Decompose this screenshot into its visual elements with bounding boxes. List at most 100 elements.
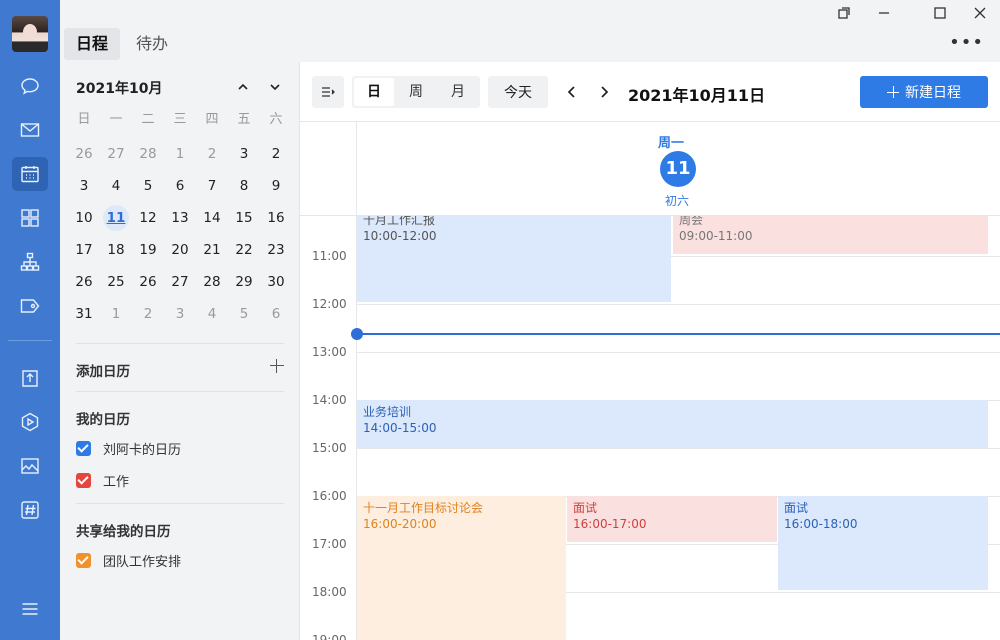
mini-calendar-day[interactable]: 25 <box>100 266 132 298</box>
weekday-label: 一 <box>109 112 123 127</box>
image-gallery-icon[interactable] <box>12 449 48 483</box>
mail-icon[interactable] <box>12 113 48 147</box>
weekday-label: 五 <box>237 112 251 127</box>
day-number[interactable]: 11 <box>660 151 696 187</box>
mini-calendar-day[interactable]: 10 <box>68 202 100 234</box>
day-weekday: 周一 <box>658 136 685 151</box>
day-header: 周一 11 初六 <box>300 122 1000 216</box>
calendar-icon[interactable] <box>12 157 48 191</box>
org-chart-icon[interactable] <box>12 245 48 279</box>
event-block[interactable]: 十一月工作目标讨论会 16:00-20:00 <box>357 496 566 640</box>
mini-calendar-day[interactable]: 9 <box>260 170 292 202</box>
event-block[interactable]: 十月工作汇报 10:00-12:00 <box>357 216 671 302</box>
more-options-icon[interactable]: ••• <box>949 34 984 52</box>
mini-calendar-day[interactable]: 19 <box>132 234 164 266</box>
next-day-icon[interactable] <box>595 83 613 101</box>
close-icon[interactable] <box>971 4 989 22</box>
event-title: 周会 <box>679 216 704 227</box>
mini-calendar-day[interactable]: 8 <box>228 170 260 202</box>
mini-calendar-day[interactable]: 31 <box>68 298 100 330</box>
mini-calendar-day[interactable]: 29 <box>228 266 260 298</box>
checkbox-checked-icon[interactable] <box>76 440 91 456</box>
calendar-item-team[interactable]: 团队工作安排 <box>76 550 181 570</box>
today-marker: 11 <box>103 205 129 231</box>
view-day-button[interactable]: 日 <box>354 78 394 106</box>
popout-icon[interactable] <box>835 4 853 22</box>
rail-divider <box>8 340 52 341</box>
event-block[interactable]: 面试 16:00-17:00 <box>567 496 777 542</box>
add-calendar-label: 添加日历 <box>76 364 130 380</box>
mini-calendar-day[interactable]: 20 <box>164 234 196 266</box>
day-timeline[interactable]: 十月工作汇报 10:00-12:00 周会 09:00-11:00 业务培训 1… <box>300 216 1000 640</box>
mini-calendar-day[interactable]: 22 <box>228 234 260 266</box>
mini-calendar-day[interactable]: 27 <box>164 266 196 298</box>
mini-calendar-day[interactable]: 3 <box>68 170 100 202</box>
event-block[interactable]: 面试 16:00-18:00 <box>778 496 988 590</box>
calendar-item-work[interactable]: 工作 <box>76 470 129 490</box>
today-button[interactable]: 今天 <box>488 76 548 108</box>
mini-calendar-day[interactable]: 14 <box>196 202 228 234</box>
add-calendar-plus-icon[interactable] <box>269 358 285 374</box>
chevron-up-icon[interactable] <box>234 78 252 96</box>
mini-calendar-day[interactable]: 15 <box>228 202 260 234</box>
hour-label: 13:00 <box>312 345 347 359</box>
chat-icon[interactable] <box>12 69 48 103</box>
tab-schedule[interactable]: 日程 <box>64 28 121 60</box>
tab-todo[interactable]: 待办 <box>124 28 180 60</box>
mini-calendar-day[interactable]: 3 <box>228 138 260 170</box>
maximize-icon[interactable] <box>931 4 949 22</box>
calendar-item-personal[interactable]: 刘阿卡的日历 <box>76 438 181 458</box>
new-event-button[interactable]: 新建日程 <box>860 76 988 108</box>
mini-calendar-day[interactable]: 5 <box>228 298 260 330</box>
mini-calendar-day[interactable]: 2 <box>260 138 292 170</box>
document-edit-icon[interactable] <box>12 361 48 395</box>
collapse-sidebar-icon[interactable] <box>312 76 344 108</box>
event-title: 面试 <box>573 501 598 515</box>
mini-calendar-day[interactable]: 7 <box>196 170 228 202</box>
avatar[interactable] <box>12 16 48 52</box>
tag-icon[interactable] <box>12 289 48 323</box>
mini-calendar-day[interactable]: 26 <box>132 266 164 298</box>
mini-calendar-day[interactable]: 4 <box>100 170 132 202</box>
divider <box>76 503 284 504</box>
mini-calendar-day[interactable]: 6 <box>164 170 196 202</box>
mini-calendar-day[interactable]: 12 <box>132 202 164 234</box>
mini-calendar-day[interactable]: 30 <box>260 266 292 298</box>
mini-calendar-day[interactable]: 26 <box>68 138 100 170</box>
mini-calendar-day[interactable]: 6 <box>260 298 292 330</box>
mini-calendar-day[interactable]: 27 <box>100 138 132 170</box>
mini-calendar-day[interactable]: 11 <box>100 202 132 234</box>
menu-icon[interactable] <box>12 592 48 626</box>
mini-calendar-day[interactable]: 18 <box>100 234 132 266</box>
mini-calendar-day[interactable]: 28 <box>196 266 228 298</box>
mini-calendar-day[interactable]: 2 <box>132 298 164 330</box>
mini-calendar-day[interactable]: 16 <box>260 202 292 234</box>
mini-calendar-day[interactable]: 1 <box>164 138 196 170</box>
mini-calendar-day[interactable]: 5 <box>132 170 164 202</box>
event-block[interactable]: 业务培训 14:00-15:00 <box>357 400 988 448</box>
view-month-button[interactable]: 月 <box>438 78 478 106</box>
divider <box>76 343 284 344</box>
event-block[interactable]: 周会 09:00-11:00 <box>673 216 988 254</box>
mini-calendar-day[interactable]: 26 <box>68 266 100 298</box>
view-week-button[interactable]: 周 <box>396 78 436 106</box>
mini-calendar-day[interactable]: 23 <box>260 234 292 266</box>
mini-calendar-day[interactable]: 28 <box>132 138 164 170</box>
checkbox-checked-icon[interactable] <box>76 552 91 568</box>
chevron-down-icon[interactable] <box>266 78 284 96</box>
minimize-icon[interactable] <box>875 4 893 22</box>
checkbox-checked-icon[interactable] <box>76 472 91 488</box>
play-hexagon-icon[interactable] <box>12 405 48 439</box>
mini-calendar-day[interactable]: 4 <box>196 298 228 330</box>
event-title: 业务培训 <box>363 405 412 419</box>
mini-calendar-day[interactable]: 21 <box>196 234 228 266</box>
mini-calendar-day[interactable]: 1 <box>100 298 132 330</box>
event-time: 10:00-12:00 <box>363 229 437 243</box>
mini-calendar-day[interactable]: 3 <box>164 298 196 330</box>
prev-day-icon[interactable] <box>563 83 581 101</box>
apps-grid-icon[interactable] <box>12 201 48 235</box>
mini-calendar-day[interactable]: 17 <box>68 234 100 266</box>
mini-calendar-day[interactable]: 13 <box>164 202 196 234</box>
mini-calendar-day[interactable]: 2 <box>196 138 228 170</box>
hashtag-icon[interactable] <box>12 493 48 527</box>
